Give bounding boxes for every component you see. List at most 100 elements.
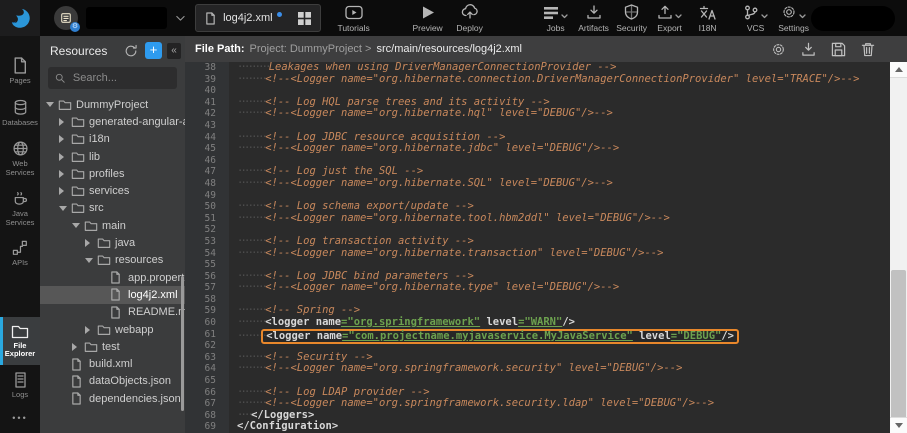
line-number: 48 [185,178,229,190]
tree-item-resources[interactable]: resources [40,252,185,269]
more-options-ellipsis-icon[interactable]: ••• [0,405,40,433]
tree-open-arrow-icon[interactable] [46,102,58,107]
sidebar-item-apis[interactable]: APIs [0,233,40,274]
tree-item-lib[interactable]: lib [40,148,185,165]
scrollbar-thumb[interactable] [891,270,906,420]
code-text [229,85,237,97]
project-gear-badge-icon: ⚙ [70,22,80,32]
code-text [229,190,237,202]
line-number: 47 [185,166,229,178]
line-number: 43 [185,120,229,132]
code-line-42[interactable]: 42········<!--<Logger name="org.hibernat… [185,108,890,120]
download-file-icon[interactable] [801,42,816,57]
code-text: ········<logger name="org.springframewor… [229,317,575,329]
project-chevron-down-icon[interactable] [176,15,185,22]
line-number: 67 [185,398,229,410]
sidebar-item-pages[interactable]: Pages [0,50,40,92]
tutorials-button[interactable]: Tutorials [337,3,371,33]
collapse-panel-icon[interactable]: « [167,43,181,59]
tree-closed-arrow-icon[interactable] [59,118,71,126]
code-line-64[interactable]: 64········<!--<Logger name="org.springfr… [185,363,890,375]
tree-open-arrow-icon[interactable] [85,258,97,263]
tree-item-app.properties[interactable]: app.properties [40,269,185,286]
sidebar-item-file-explorer[interactable]: File Explorer [0,317,40,365]
tree-closed-arrow-icon[interactable] [59,187,71,195]
editor-scrollbar[interactable] [890,62,907,433]
folder-icon [71,168,86,180]
tree-item-dependencies.json[interactable]: dependencies.json [40,390,185,407]
refresh-icon[interactable] [124,44,138,58]
artifacts-download-icon [586,5,602,20]
i18n-button[interactable]: I18N [691,3,725,33]
code-line-61[interactable]: 61········<logger name="com.projectname.… [185,329,890,341]
tree-closed-arrow-icon[interactable] [59,135,71,143]
resources-scrollbar-thumb[interactable] [181,276,184,411]
tree-open-arrow-icon[interactable] [72,223,84,228]
tree-item-DummyProject[interactable]: DummyProject [40,96,185,113]
tree-closed-arrow-icon[interactable] [72,343,84,351]
tree-closed-arrow-icon[interactable] [85,326,97,334]
editor-settings-gear-icon[interactable] [771,42,786,57]
sidebar-item-databases[interactable]: Databases [0,92,40,134]
export-button[interactable]: Export [653,3,687,33]
tree-item-main[interactable]: main [40,217,185,234]
scroll-down-button[interactable] [890,417,907,433]
code-line-69[interactable]: 69</Configuration> [185,421,890,433]
artifacts-button[interactable]: Artifacts [577,3,611,33]
line-number: 62 [185,340,229,352]
app-logo[interactable] [0,0,40,36]
code-line-60[interactable]: 60········<logger name="org.springframew… [185,317,890,329]
tree-item-dataObjects.json[interactable]: dataObjects.json [40,373,185,390]
project-icon[interactable]: ⚙ [54,6,78,30]
deploy-cloud-icon [461,4,479,20]
jobs-button[interactable]: Jobs [539,3,573,33]
search-input[interactable] [71,71,170,85]
deploy-button[interactable]: Deploy [453,3,487,33]
delete-file-icon[interactable] [861,42,875,57]
tree-closed-arrow-icon[interactable] [59,153,71,161]
file-icon [110,288,125,301]
code-line-54[interactable]: 54········<!--<Logger name="org.hibernat… [185,248,890,260]
save-file-icon[interactable] [831,42,846,57]
tree-item-webapp[interactable]: webapp [40,321,185,338]
user-account-redacted[interactable] [811,6,895,31]
code-text: ········<!--<Logger name="org.hibernate.… [229,143,619,155]
open-file-tab[interactable]: log4j2.xml [195,4,321,32]
tree-closed-arrow-icon[interactable] [59,170,71,178]
sidebar-item-java-services[interactable]: Java Services [0,183,40,233]
highlighted-logger-box: <logger name="com.projectname.myjavaserv… [261,329,739,345]
code-line-51[interactable]: 51········<!--<Logger name="org.hibernat… [185,213,890,225]
security-label: Security [616,23,647,33]
vcs-button[interactable]: VCS [739,3,773,33]
tree-item-test[interactable]: test [40,338,185,355]
tree-item-profiles[interactable]: profiles [40,165,185,182]
resource-search-box[interactable] [48,67,177,89]
add-resource-button[interactable]: + [145,42,162,59]
tree-item-log4j2.xml[interactable]: log4j2.xml [40,286,185,303]
code-text [229,120,237,132]
tree-item-services[interactable]: services [40,182,185,199]
code-line-48[interactable]: 48········<!--<Logger name="org.hibernat… [185,178,890,190]
tree-item-generated-angular-app[interactable]: generated-angular-app [40,113,185,130]
code-editor[interactable]: 38·········Leakages when using DriverMan… [185,62,890,433]
tree-item-README.md[interactable]: README.md [40,304,185,321]
tree-closed-arrow-icon[interactable] [85,239,97,247]
preview-play-icon [421,5,435,20]
preview-button[interactable]: Preview [411,3,445,33]
project-name-redacted[interactable] [86,7,167,29]
tree-item-src[interactable]: src [40,200,185,217]
sidebar-item-logs[interactable]: Logs [0,365,40,406]
layout-grid-icon[interactable] [298,12,311,25]
scroll-up-button[interactable] [890,62,907,78]
tree-item-i18n[interactable]: i18n [40,131,185,148]
sidebar-item-web-services[interactable]: Web Services [0,133,40,183]
tree-item-label: build.xml [89,358,132,370]
settings-button[interactable]: Settings [777,3,811,33]
tree-open-arrow-icon[interactable] [59,206,71,211]
code-line-57[interactable]: 57········<!--<Logger name="org.hibernat… [185,282,890,294]
tree-item-build.xml[interactable]: build.xml [40,355,185,372]
code-line-45[interactable]: 45········<!--<Logger name="org.hibernat… [185,143,890,155]
code-line-39[interactable]: 39········<!--<Logger name="org.hibernat… [185,74,890,86]
tree-item-java[interactable]: java [40,234,185,251]
security-button[interactable]: Security [615,3,649,33]
